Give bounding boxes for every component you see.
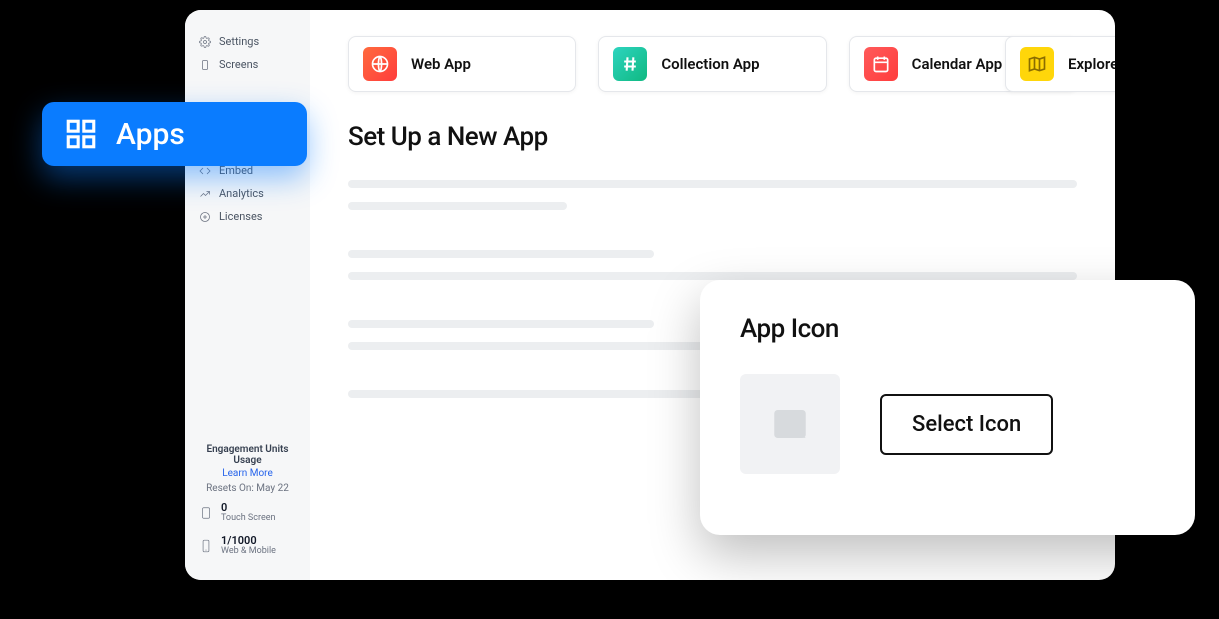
learn-more-link[interactable]: Learn More (193, 468, 302, 479)
card-label: Web App (411, 55, 471, 73)
form-skeleton-block-1 (348, 180, 1077, 210)
sidebar-label: Analytics (219, 187, 264, 200)
usage-reset-text: Resets On: May 22 (193, 483, 302, 494)
image-icon (769, 403, 811, 445)
usage-web-row: 1/1000 Web & Mobile (193, 531, 302, 560)
calendar-icon (864, 47, 898, 81)
usage-web-value: 1/1000 (221, 535, 276, 546)
usage-web-label: Web & Mobile (221, 546, 276, 556)
sidebar-label: Screens (219, 58, 258, 71)
card-label: Explore App (1068, 55, 1115, 73)
app-icon-card: App Icon Select Icon (700, 280, 1195, 535)
usage-touch-label: Touch Screen (221, 513, 275, 523)
icon-placeholder (740, 374, 840, 474)
usage-touch-value: 0 (221, 502, 275, 513)
phone-icon (199, 537, 213, 555)
app-icon-title: App Icon (740, 314, 1155, 344)
select-icon-button[interactable]: Select Icon (880, 394, 1053, 455)
tablet-icon (199, 504, 213, 522)
screen-icon (199, 59, 211, 71)
sidebar-label: Settings (219, 35, 259, 48)
card-label: Calendar App (912, 55, 1003, 73)
gear-icon (199, 36, 211, 48)
plus-circle-icon (199, 211, 211, 223)
apps-badge[interactable]: Apps (42, 102, 307, 166)
sidebar-item-settings[interactable]: Settings (185, 30, 310, 53)
card-label: Collection App (661, 55, 759, 73)
hash-icon (613, 47, 647, 81)
map-icon (1020, 47, 1054, 81)
app-type-cards: Web App Collection App Calendar App (348, 36, 1077, 92)
apps-badge-label: Apps (116, 117, 185, 152)
globe-icon (363, 47, 397, 81)
engagement-usage-panel: Engagement Units Usage Learn More Resets… (185, 434, 310, 570)
web-app-card[interactable]: Web App (348, 36, 576, 92)
usage-touch-row: 0 Touch Screen (193, 498, 302, 527)
code-icon (199, 165, 211, 177)
explore-app-card[interactable]: Explore App (1005, 36, 1115, 92)
sidebar-item-screens[interactable]: Screens (185, 53, 310, 76)
chart-icon (199, 188, 211, 200)
grid-icon (64, 117, 98, 151)
sidebar-label: Licenses (219, 210, 262, 223)
page-title: Set Up a New App (348, 122, 1077, 152)
sidebar-item-analytics[interactable]: Analytics (185, 182, 310, 205)
sidebar: Settings Screens Members 1 Embed Analyti… (185, 10, 310, 580)
form-skeleton-block-2 (348, 250, 1077, 280)
collection-app-card[interactable]: Collection App (598, 36, 826, 92)
sidebar-item-licenses[interactable]: Licenses (185, 205, 310, 228)
usage-title: Engagement Units Usage (193, 444, 302, 466)
